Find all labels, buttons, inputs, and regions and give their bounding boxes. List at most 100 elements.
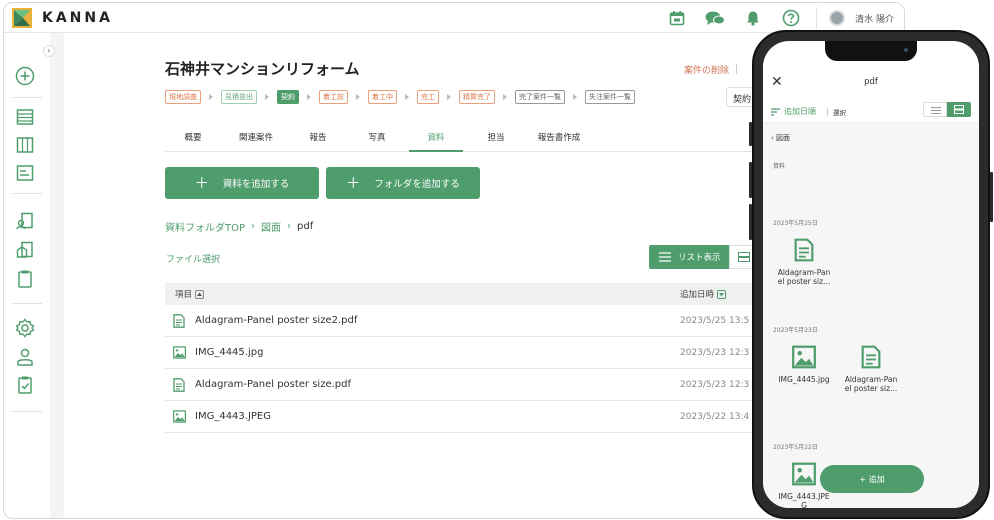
add-document-button[interactable]: ＋ 資料を追加する (165, 167, 319, 199)
mobile-file-name: Aldagram-Panel poster siz... (777, 268, 831, 286)
status-chip[interactable]: 着工中 (368, 90, 397, 104)
image-file-icon (772, 345, 836, 369)
table-row[interactable]: Aldagram-Panel poster size.pdf 2023/5/23 … (165, 369, 785, 401)
file-name[interactable]: IMG_4443.JPEG (195, 411, 271, 422)
file-name[interactable]: IMG_4445.jpg (195, 347, 263, 358)
mobile-screen: ✕ pdf 追加日順 選択 ‹ 図面 資料 2023年5月25日 Aldagra… (763, 41, 979, 508)
user-menu[interactable]: 清水 陽介 (816, 7, 894, 29)
report-person-icon[interactable] (15, 211, 35, 231)
mobile-back-link[interactable]: ‹ 図面 (771, 133, 790, 143)
notification-bell-icon[interactable] (742, 7, 764, 29)
mobile-file-tile[interactable]: Aldagram-Panel poster siz... (772, 238, 836, 286)
user-icon[interactable] (15, 347, 35, 367)
mobile-file-tile[interactable]: IMG_4445.jpg (772, 345, 836, 384)
mobile-file-tile[interactable]: Aldagram-Panel poster siz... (839, 345, 903, 393)
tile-view-icon (954, 105, 964, 114)
mobile-section-label: 資料 (773, 163, 786, 170)
gantt-icon[interactable] (15, 163, 35, 183)
phone-side-button (749, 122, 752, 146)
document-file-icon (772, 238, 836, 262)
file-name[interactable]: Aldagram-Panel poster size2.pdf (195, 315, 357, 326)
arrow-right-icon (503, 94, 507, 100)
mobile-date-heading: 2023年5月22日 (773, 444, 818, 451)
file-select-link[interactable]: ファイル選択 (166, 252, 220, 265)
file-date: 2023/5/22 13:4 (680, 412, 750, 422)
file-name[interactable]: Aldagram-Panel poster size.pdf (195, 379, 351, 390)
sidebar-divider (12, 411, 42, 412)
status-chip[interactable]: 見積提出 (221, 90, 257, 104)
breadcrumb-root[interactable]: 資料フォルダTOP (165, 219, 245, 234)
mobile-add-button[interactable]: + 追加 (820, 465, 924, 493)
project-tabs: 概要 関連案件 報告 写真 資料 担当 報告書作成 (165, 123, 765, 152)
mobile-date-heading: 2023年5月23日 (773, 327, 818, 334)
checklist-icon[interactable] (15, 375, 35, 395)
help-icon[interactable] (780, 7, 802, 29)
chevron-right-icon: › (251, 221, 256, 232)
tab-report[interactable]: 報告 (291, 123, 345, 152)
app-logo[interactable]: KANNA (12, 8, 113, 28)
plus-icon: ＋ (346, 176, 361, 192)
sidebar-collapse-chevron-icon[interactable]: › (43, 45, 55, 57)
tab-overview[interactable]: 概要 (165, 123, 221, 152)
calendar-icon[interactable] (666, 7, 688, 29)
tab-related[interactable]: 関連案件 (221, 123, 291, 152)
document-file-icon (173, 314, 185, 328)
settings-gear-icon[interactable] (15, 318, 35, 338)
delete-project-link[interactable]: 案件の削除 (684, 63, 729, 76)
tab-report-create[interactable]: 報告書作成 (529, 123, 589, 152)
sidebar-divider (12, 303, 42, 304)
table-row[interactable]: IMG_4443.JPEG 2023/5/22 13:4 (165, 401, 785, 433)
building-icon[interactable] (15, 240, 35, 260)
arrow-right-icon (573, 94, 577, 100)
column-header-date[interactable]: 追加日時 (680, 288, 727, 300)
header-divider (736, 64, 737, 74)
mobile-title: pdf (864, 77, 878, 87)
chat-icon[interactable] (704, 7, 726, 29)
clipboard-icon[interactable] (15, 269, 35, 289)
mobile-file-name: IMG_4445.jpg (778, 375, 830, 384)
user-name: 清水 陽介 (855, 14, 894, 25)
arrow-right-icon (307, 94, 311, 100)
column-label: 追加日時 (680, 290, 715, 300)
status-chip[interactable]: 完了案件一覧 (515, 90, 565, 104)
status-chip[interactable]: 着工前 (319, 90, 348, 104)
sort-asc-icon[interactable] (195, 289, 205, 299)
status-chip[interactable]: 完工 (417, 90, 439, 104)
avatar (829, 10, 846, 26)
image-file-icon (173, 410, 186, 424)
mobile-file-name: IMG_4443.JPEG (778, 492, 830, 508)
sidebar-edge (50, 33, 64, 518)
phone-side-button (749, 204, 752, 240)
mobile-sort-button[interactable]: 追加日順 (771, 106, 816, 117)
file-date: 2023/5/23 12:3 (680, 380, 750, 390)
file-table: 項目 追加日時 Aldagram-Panel poster size2.pdf 2… (165, 283, 785, 433)
board-icon[interactable] (15, 135, 35, 155)
app-name: KANNA (42, 10, 113, 26)
list-icon[interactable] (15, 107, 35, 127)
breadcrumb-folder[interactable]: 図面 (261, 219, 281, 234)
column-header-name[interactable]: 項目 (175, 288, 205, 300)
table-row[interactable]: Aldagram-Panel poster size2.pdf 2023/5/25… (165, 305, 785, 337)
mobile-select-button[interactable]: 選択 (833, 107, 846, 117)
tab-assignee[interactable]: 担当 (463, 123, 529, 152)
mobile-tile-view-button[interactable] (947, 102, 971, 117)
mobile-toolbar: 追加日順 選択 (763, 99, 979, 123)
document-file-icon (173, 378, 185, 392)
mobile-file-name: Aldagram-Panel poster siz... (844, 375, 898, 393)
sort-desc-icon[interactable] (717, 289, 727, 299)
breadcrumb-current: pdf (297, 221, 314, 232)
add-circle-icon[interactable] (15, 66, 35, 86)
list-icon (931, 107, 941, 114)
status-chip-current[interactable]: 契約 (277, 90, 299, 104)
list-view-button[interactable]: リスト表示 (649, 245, 729, 269)
table-row[interactable]: IMG_4445.jpg 2023/5/23 12:3 (165, 337, 785, 369)
breadcrumb: 資料フォルダTOP › 図面 › pdf (165, 219, 313, 234)
camera-icon (904, 48, 908, 52)
status-chip[interactable]: 失注案件一覧 (585, 90, 635, 104)
status-chip[interactable]: 現地調査 (165, 90, 201, 104)
status-chip[interactable]: 精算完了 (459, 90, 495, 104)
add-folder-button[interactable]: ＋ フォルダを追加する (326, 167, 480, 199)
mobile-list-view-button[interactable] (923, 102, 947, 117)
tab-photos[interactable]: 写真 (345, 123, 409, 152)
tab-documents[interactable]: 資料 (409, 123, 463, 152)
